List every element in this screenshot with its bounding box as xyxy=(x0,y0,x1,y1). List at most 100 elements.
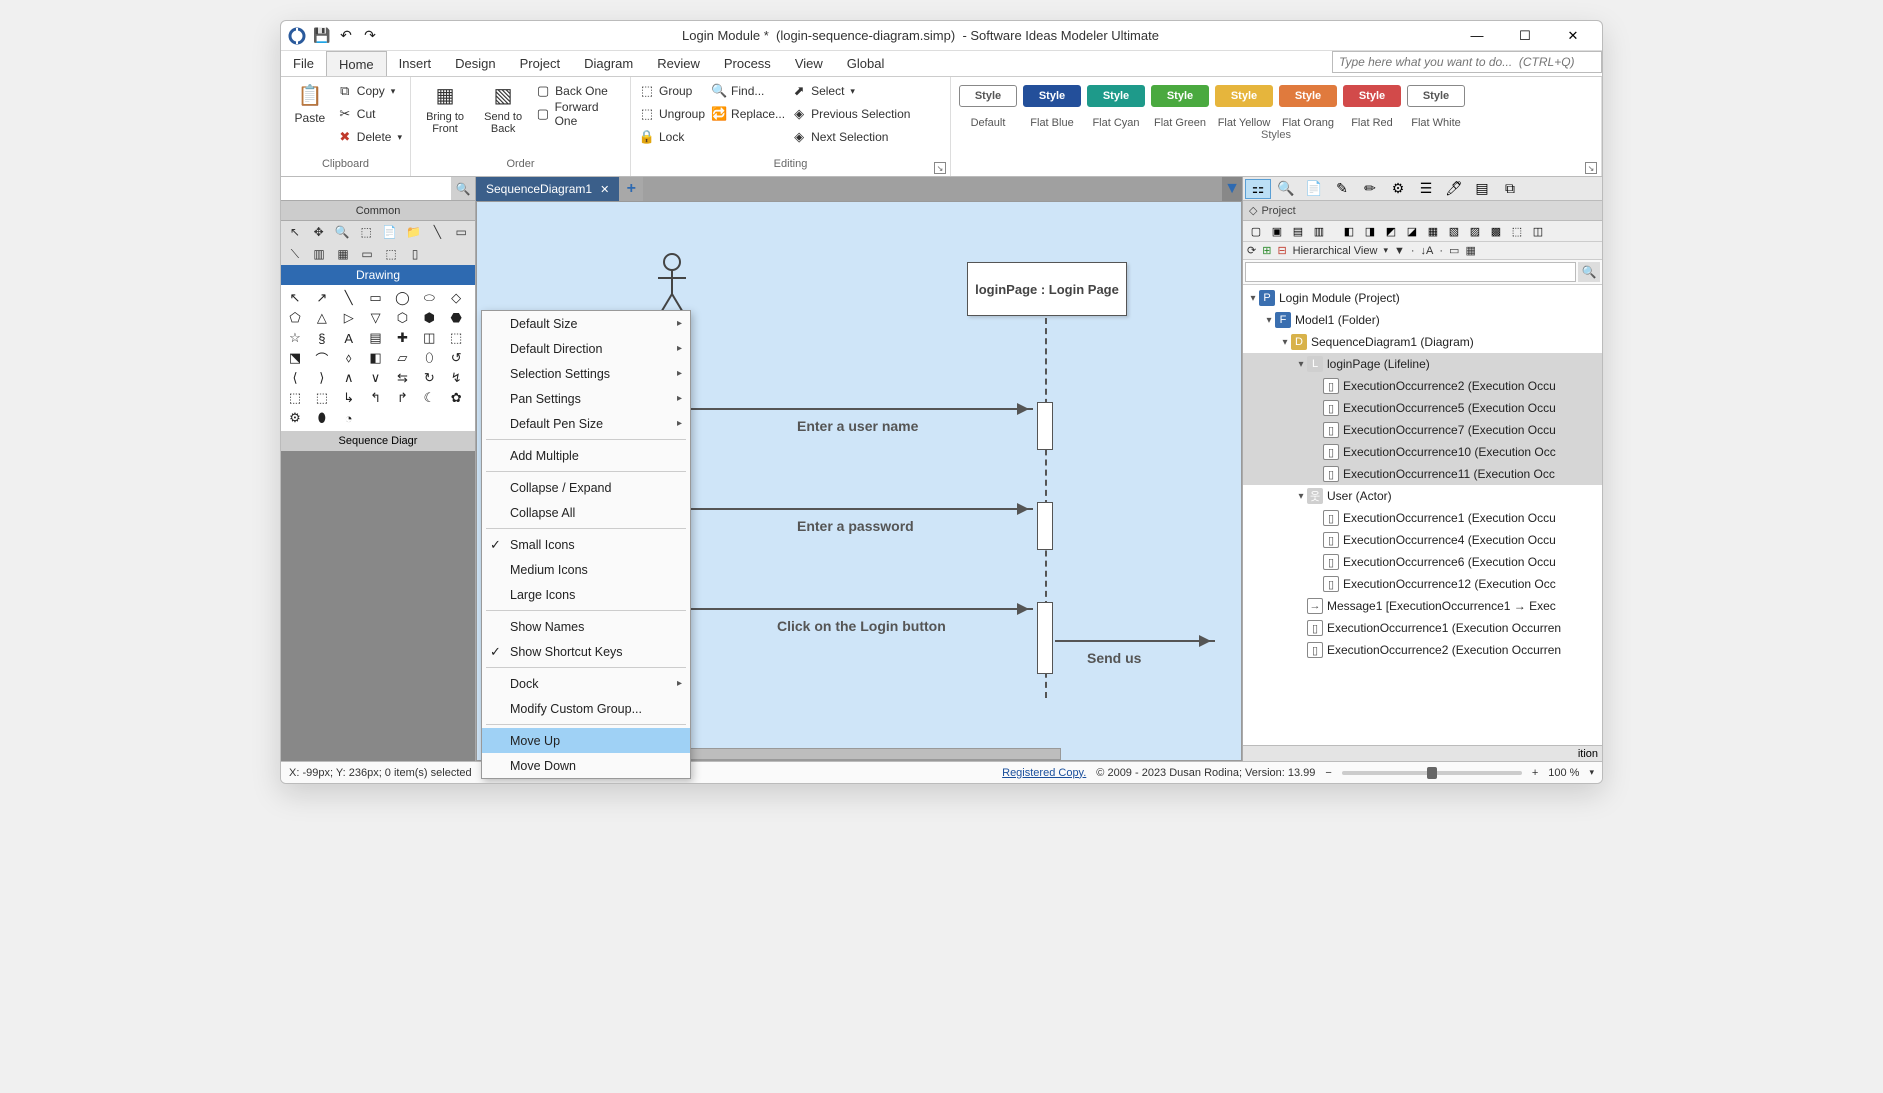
cut-button[interactable]: ✂Cut xyxy=(337,104,402,124)
context-menu-item[interactable]: Default Direction xyxy=(482,336,690,361)
menu-review[interactable]: Review xyxy=(645,51,712,76)
zoom-slider[interactable] xyxy=(1342,771,1522,775)
shape-tool-icon[interactable]: ⬚ xyxy=(312,389,332,407)
panel-icon[interactable]: ☰ xyxy=(1413,179,1439,199)
context-menu-item[interactable]: Show Names xyxy=(482,614,690,639)
connector-tool-icon[interactable]: ⟍ xyxy=(285,245,305,263)
project-tree[interactable]: ▾PLogin Module (Project)▾FModel1 (Folder… xyxy=(1243,285,1602,745)
search-icon[interactable]: 🔍 xyxy=(1578,262,1600,282)
tree-item[interactable]: →Message1 [ExecutionOccurrence1 → Exec xyxy=(1243,595,1602,617)
shape-tool-icon[interactable]: ╲ xyxy=(339,289,359,307)
style-default[interactable]: Style xyxy=(959,85,1017,107)
style-flat-green[interactable]: Style xyxy=(1151,85,1209,107)
ungroup-button[interactable]: ⬚Ungroup xyxy=(639,104,705,124)
context-menu-item[interactable]: Collapse All xyxy=(482,500,690,525)
panel-icon[interactable]: ⚙ xyxy=(1385,179,1411,199)
registered-link[interactable]: Registered Copy. xyxy=(1002,767,1086,779)
group-expander-icon[interactable]: ↘ xyxy=(1585,162,1597,174)
swimlane-tool-icon[interactable]: ▥ xyxy=(309,245,329,263)
context-menu-item[interactable]: Medium Icons xyxy=(482,557,690,582)
shape-tool-icon[interactable]: A xyxy=(339,329,359,347)
tree-item[interactable]: ▯ExecutionOccurrence2 (Execution Occurre… xyxy=(1243,639,1602,661)
tree-item[interactable]: ▯ExecutionOccurrence11 (Execution Occ xyxy=(1243,463,1602,485)
shape-tool-icon[interactable]: ✿ xyxy=(446,389,466,407)
style-flat-yellow[interactable]: Style xyxy=(1215,85,1273,107)
menu-home[interactable]: Home xyxy=(326,51,387,76)
minimize-button[interactable]: — xyxy=(1462,28,1492,43)
panel-icon[interactable]: ✎ xyxy=(1329,179,1355,199)
shape-tool-icon[interactable]: ⬡ xyxy=(392,309,412,327)
shape-tool-icon[interactable]: ⬣ xyxy=(446,309,466,327)
style-flat-cyan[interactable]: Style xyxy=(1087,85,1145,107)
tab-add-button[interactable]: + xyxy=(619,177,643,201)
folder-tool-icon[interactable]: 📁 xyxy=(404,223,424,241)
tree-item[interactable]: ▯ExecutionOccurrence12 (Execution Occ xyxy=(1243,573,1602,595)
style-flat-white[interactable]: Style xyxy=(1407,85,1465,107)
context-menu-item[interactable]: Pan Settings xyxy=(482,386,690,411)
tree-tool-icon[interactable]: ▦ xyxy=(1424,223,1442,239)
layout-icon[interactable]: ▦ xyxy=(1465,244,1475,257)
group-button[interactable]: ⬚Group xyxy=(639,81,705,101)
shape-tool-icon[interactable]: ∨ xyxy=(366,369,386,387)
context-menu-item[interactable]: Collapse / Expand xyxy=(482,475,690,500)
tree-item[interactable]: ▾FModel1 (Folder) xyxy=(1243,309,1602,331)
layer-tool-icon[interactable]: ⬚ xyxy=(381,245,401,263)
shape-tool-icon[interactable]: △ xyxy=(312,309,332,327)
rect2-tool-icon[interactable]: ▭ xyxy=(357,245,377,263)
copy-button[interactable]: ⧉Copy▾ xyxy=(337,81,402,101)
tree-item[interactable]: ▯ExecutionOccurrence6 (Execution Occu xyxy=(1243,551,1602,573)
tree-item[interactable]: ▾LloginPage (Lifeline) xyxy=(1243,353,1602,375)
shape-tool-icon[interactable]: ↯ xyxy=(446,369,466,387)
back-one-button[interactable]: ▢Back One xyxy=(535,81,622,101)
shape-tool-icon[interactable]: ↳ xyxy=(339,389,359,407)
tree-item[interactable]: ▯ExecutionOccurrence5 (Execution Occu xyxy=(1243,397,1602,419)
shape-tool-icon[interactable]: ⚙ xyxy=(285,409,305,427)
message-arrow[interactable] xyxy=(681,508,1033,510)
shape-tool-icon[interactable]: ∧ xyxy=(339,369,359,387)
tree-item[interactable]: ▯ExecutionOccurrence4 (Execution Occu xyxy=(1243,529,1602,551)
shape-tool-icon[interactable]: ↰ xyxy=(366,389,386,407)
shape-tool-icon[interactable]: ⬯ xyxy=(419,349,439,367)
line-tool-icon[interactable]: ╲ xyxy=(428,223,448,241)
menu-insert[interactable]: Insert xyxy=(387,51,444,76)
shape-tool-icon[interactable]: ↗ xyxy=(312,289,332,307)
redo-icon[interactable]: ↷ xyxy=(361,27,379,45)
shape-tool-icon[interactable]: ☾ xyxy=(419,389,439,407)
menu-process[interactable]: Process xyxy=(712,51,783,76)
shape-tool-icon[interactable]: ↻ xyxy=(419,369,439,387)
zoom-out-icon[interactable]: − xyxy=(1325,767,1331,779)
tree-item[interactable]: ▯ExecutionOccurrence1 (Execution Occurre… xyxy=(1243,617,1602,639)
tree-search-input[interactable] xyxy=(1245,262,1576,282)
tree-tool-icon[interactable]: ▣ xyxy=(1268,223,1286,239)
shape-tool-icon[interactable]: ⬮ xyxy=(312,409,332,427)
shape-tool-icon[interactable]: ↱ xyxy=(392,389,412,407)
tree-item[interactable]: ▾웃User (Actor) xyxy=(1243,485,1602,507)
message-arrow[interactable] xyxy=(681,408,1033,410)
shape-tool-icon[interactable]: ▽ xyxy=(366,309,386,327)
panel-icon[interactable]: ⧉ xyxy=(1497,179,1523,199)
shape-tool-icon[interactable]: ⬢ xyxy=(419,309,439,327)
tab-dropdown-icon[interactable]: ▼ xyxy=(1222,177,1242,201)
add-icon[interactable]: ⊞ xyxy=(1262,244,1271,257)
shape-tool-icon[interactable]: ⬔ xyxy=(285,349,305,367)
forward-one-button[interactable]: ▢Forward One xyxy=(535,104,622,124)
refresh-icon[interactable]: ⟳ xyxy=(1247,244,1256,257)
exec-box[interactable] xyxy=(1037,402,1053,450)
tab-close-icon[interactable]: ✕ xyxy=(600,183,609,196)
menu-file[interactable]: File xyxy=(281,51,326,76)
tab-tool-icon[interactable]: ▯ xyxy=(405,245,425,263)
context-menu-item[interactable]: Default Size xyxy=(482,311,690,336)
tree-tool-icon[interactable]: ◧ xyxy=(1340,223,1358,239)
shape-tool-icon[interactable]: ▱ xyxy=(392,349,412,367)
shape-tool-icon[interactable]: ⟩ xyxy=(312,369,332,387)
undo-icon[interactable]: ↶ xyxy=(337,27,355,45)
find-button[interactable]: 🔍Find... xyxy=(711,81,785,101)
tree-tool-icon[interactable]: ◩ xyxy=(1382,223,1400,239)
sidebar-section-sequence[interactable]: Sequence Diagr xyxy=(281,431,475,451)
tree-tool-icon[interactable]: ◪ xyxy=(1403,223,1421,239)
container-tool-icon[interactable]: ▭ xyxy=(451,223,471,241)
menu-view[interactable]: View xyxy=(783,51,835,76)
shape-tool-icon[interactable]: ▷ xyxy=(339,309,359,327)
shape-tool-icon[interactable]: ▭ xyxy=(366,289,386,307)
note-tool-icon[interactable]: 📄 xyxy=(380,223,400,241)
